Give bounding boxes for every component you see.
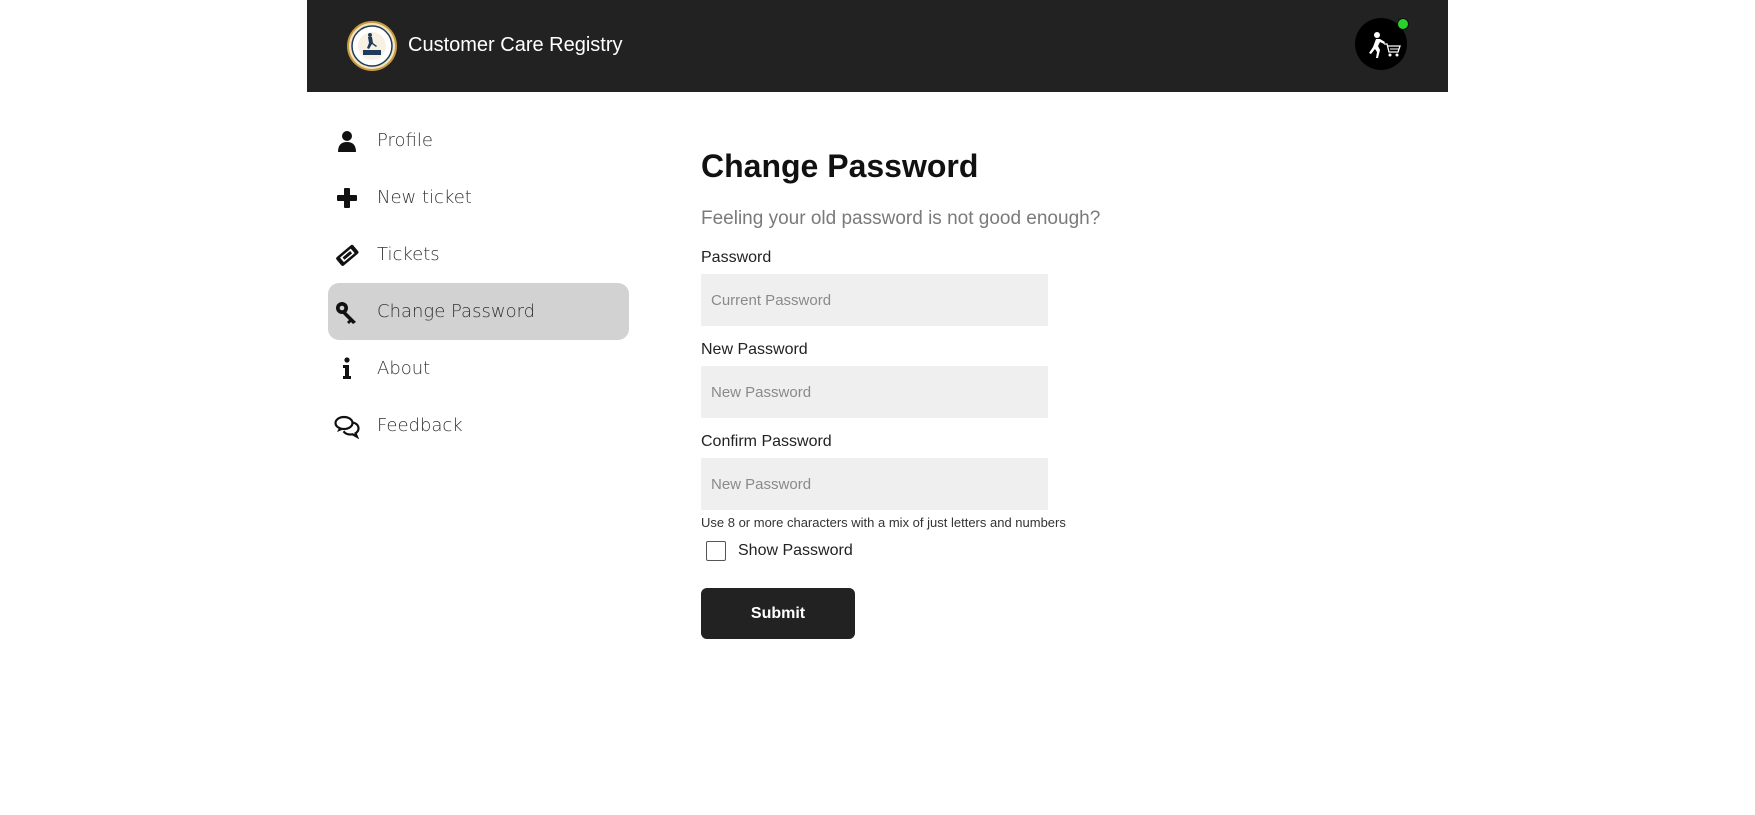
customer-care-logo-icon[interactable] (347, 21, 397, 71)
page-subtitle: Feeling your old password is not good en… (701, 208, 1101, 229)
new-password-input[interactable] (701, 366, 1048, 418)
sidebar-item-change-password[interactable]: Change Password (328, 283, 629, 340)
plus-icon (334, 185, 360, 211)
top-header: Customer Care Registry (307, 0, 1448, 92)
show-password-checkbox[interactable] (706, 541, 726, 561)
sidebar-item-label: Change Password (377, 301, 536, 322)
sidebar-item-label: Feedback (377, 415, 463, 436)
sidebar-item-label: About (377, 358, 431, 379)
sidebar-item-profile[interactable]: Profile (328, 112, 629, 169)
sidebar-item-about[interactable]: About (328, 340, 629, 397)
user-icon (334, 128, 360, 154)
current-password-input[interactable] (701, 274, 1048, 326)
page-title: Change Password (701, 148, 979, 184)
confirm-password-label: Confirm Password (701, 433, 832, 450)
submit-button[interactable]: Submit (701, 588, 855, 639)
sidebar-item-new-ticket[interactable]: New ticket (328, 169, 629, 226)
sidebar-item-label: Tickets (377, 244, 440, 265)
show-password-label[interactable]: Show Password (738, 542, 853, 560)
sidebar-item-label: New ticket (377, 187, 472, 208)
sidebar-item-feedback[interactable]: Feedback (328, 397, 629, 454)
sidebar-nav: Profile New ticket Tickets Change Passwo… (328, 112, 629, 454)
info-icon (334, 356, 360, 382)
new-password-label: New Password (701, 341, 808, 358)
online-status-dot (1397, 18, 1409, 30)
app-container: Customer Care Registry Profile New ticke… (307, 0, 1448, 815)
comments-icon (334, 413, 360, 439)
current-password-label: Password (701, 249, 772, 266)
password-hint: Use 8 or more characters with a mix of j… (701, 515, 1066, 530)
sidebar-item-label: Profile (377, 130, 433, 151)
ticket-icon (334, 242, 360, 268)
confirm-password-input[interactable] (701, 458, 1048, 510)
key-icon (334, 299, 360, 325)
app-title: Customer Care Registry (408, 34, 623, 56)
sidebar-item-tickets[interactable]: Tickets (328, 226, 629, 283)
